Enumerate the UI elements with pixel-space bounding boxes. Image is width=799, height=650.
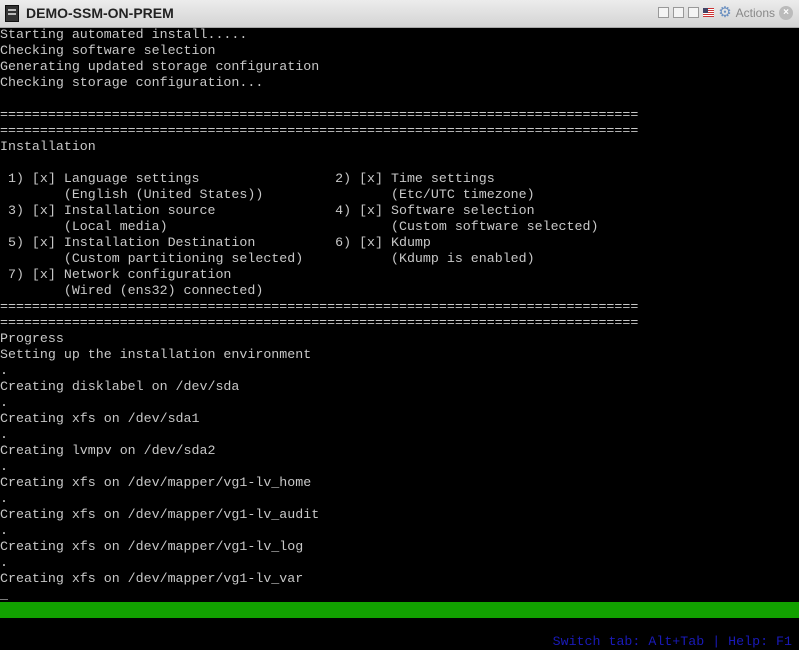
actions-menu-button[interactable]: Actions [736, 6, 775, 20]
tab-list: [anaconda] 1:main* 2:shell 3:log 4:stora… [0, 618, 503, 633]
help-hint: Switch tab: Alt+Tab | Help: F1 [552, 634, 792, 649]
console-line: Installation [0, 139, 96, 154]
console-line: ========================================… [0, 107, 639, 122]
console-line: . [0, 427, 8, 442]
console-line: _ [0, 587, 8, 602]
console-line: Creating xfs on /dev/mapper/vg1-lv_audit [0, 507, 320, 522]
console-line: Progress [0, 331, 64, 346]
console-line: Creating xfs on /dev/mapper/vg1-lv_var [0, 571, 304, 586]
window-title: DEMO-SSM-ON-PREM [26, 5, 174, 21]
console-line: (Wired (ens32) connected) [0, 283, 264, 298]
console-line: . [0, 363, 8, 378]
console-line: Setting up the installation environment [0, 347, 312, 362]
console-line: (Local media) (Custom software selected) [0, 219, 599, 234]
console-line: . [0, 555, 8, 570]
tmux-status-bar: [anaconda] 1:main* 2:shell 3:log 4:stora… [0, 602, 799, 649]
titlebar-controls: ⚙ Actions × [658, 5, 793, 20]
fullscreen-icon[interactable] [688, 7, 700, 18]
console-line: (English (United States)) (Etc/UTC timez… [0, 187, 535, 202]
console-line: ========================================… [0, 123, 639, 138]
console-line: 5) [x] Installation Destination 6) [x] K… [0, 235, 431, 250]
console-line: . [0, 523, 8, 538]
window-mode-icon[interactable] [673, 7, 685, 18]
console-line: Creating xfs on /dev/mapper/vg1-lv_log [0, 539, 304, 554]
console-line: Starting automated install..... [0, 27, 248, 42]
console-line: Creating disklabel on /dev/sda [0, 379, 240, 394]
console-line: . [0, 395, 8, 410]
console-output[interactable]: Starting automated install..... Checking … [0, 27, 799, 602]
console-line: . [0, 491, 8, 506]
console-line: (Custom partitioning selected) (Kdump is… [0, 251, 535, 266]
console-line: 3) [x] Installation source 4) [x] Softwa… [0, 203, 535, 218]
terminal-app-icon [5, 5, 19, 22]
console-line: 1) [x] Language settings 2) [x] Time set… [0, 171, 495, 186]
console-line: Creating xfs on /dev/sda1 [0, 411, 200, 426]
close-icon[interactable]: × [779, 5, 793, 20]
console-line: Creating lvmpv on /dev/sda2 [0, 443, 216, 458]
console-line: Generating updated storage configuration [0, 59, 320, 74]
console-line: Checking software selection [0, 43, 216, 58]
console-line: . [0, 459, 8, 474]
window-mode-icon[interactable] [658, 7, 670, 18]
console-line: ========================================… [0, 315, 639, 330]
console-line: Creating xfs on /dev/mapper/vg1-lv_home [0, 475, 312, 490]
window-titlebar: DEMO-SSM-ON-PREM ⚙ Actions × [0, 0, 799, 28]
gear-icon[interactable]: ⚙ [718, 5, 731, 20]
keyboard-language-flag-icon[interactable] [703, 8, 715, 17]
console-line: 7) [x] Network configuration [0, 267, 232, 282]
console-line: Checking storage configuration... [0, 75, 264, 90]
console-line: ========================================… [0, 299, 639, 314]
